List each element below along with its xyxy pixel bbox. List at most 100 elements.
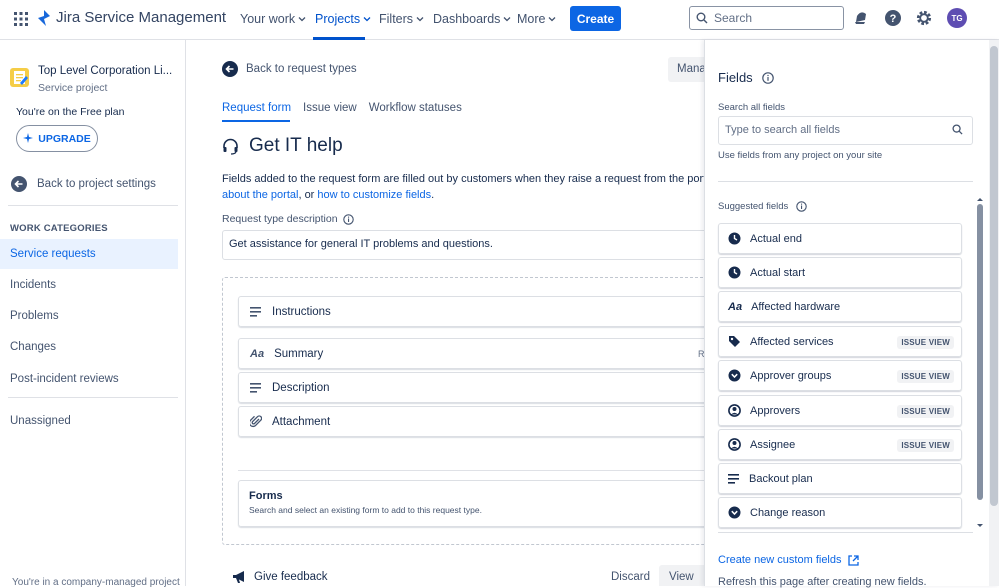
- suggested-field-approver-groups[interactable]: Approver groups ISSUE VIEW: [718, 360, 962, 391]
- create-button[interactable]: Create: [570, 6, 621, 31]
- chevron-down-icon: [298, 17, 306, 22]
- nav-more[interactable]: More: [517, 12, 556, 26]
- tab-issue-view[interactable]: Issue view: [303, 102, 357, 114]
- settings-gear-icon[interactable]: [915, 9, 933, 27]
- back-arrow-icon: [11, 176, 27, 192]
- section-heading: WORK CATEGORIES: [10, 223, 108, 234]
- clock-icon: [728, 232, 741, 245]
- nav-label: Projects: [315, 12, 361, 26]
- info-icon[interactable]: [342, 213, 354, 225]
- page-title-text: Get IT help: [249, 135, 343, 156]
- give-feedback-button[interactable]: Give feedback: [232, 570, 328, 584]
- nav-label: More: [517, 12, 546, 26]
- description-end: .: [431, 188, 435, 201]
- back-arrow-icon: [222, 61, 238, 77]
- use-fields-helper: Use fields from any project on your site: [718, 150, 883, 161]
- suggested-field-approvers[interactable]: Approvers ISSUE VIEW: [718, 395, 962, 426]
- request-type-description-input[interactable]: Get assistance for general IT problems a…: [222, 230, 704, 260]
- scrollbar-thumb[interactable]: [977, 204, 983, 500]
- description-line: Fields added to the request form are fil…: [222, 173, 704, 185]
- project-name[interactable]: Top Level Corporation Li...: [38, 65, 172, 77]
- nav-your-work[interactable]: Your work: [240, 12, 306, 26]
- sidebar-item-incidents[interactable]: Incidents: [0, 270, 178, 300]
- lines-icon: [728, 473, 739, 484]
- refresh-helper-text: Refresh this page after creating new fie…: [718, 576, 927, 588]
- user-avatar[interactable]: TG: [947, 8, 967, 28]
- search-icon: [952, 124, 963, 135]
- suggested-field-actual-start[interactable]: Actual start: [718, 257, 962, 288]
- megaphone-icon: [233, 571, 244, 583]
- nav-filters[interactable]: Filters: [379, 12, 424, 26]
- sidebar-item-post-incident-reviews[interactable]: Post-incident reviews: [0, 364, 178, 394]
- info-icon[interactable]: [761, 71, 774, 84]
- search-icon: [696, 12, 708, 24]
- suggested-field-assignee[interactable]: Assignee ISSUE VIEW: [718, 429, 962, 460]
- suggested-field-affected-services[interactable]: Affected services ISSUE VIEW: [718, 326, 962, 357]
- nav-label: Dashboards: [433, 12, 501, 26]
- sidebar-item-changes[interactable]: Changes: [0, 332, 178, 362]
- customize-fields-link[interactable]: how to customize fields: [317, 189, 431, 201]
- forms-section[interactable]: Forms Search and select an existing form…: [238, 480, 704, 527]
- sidebar-item-unassigned[interactable]: Unassigned: [0, 406, 178, 436]
- fields-divider: [238, 470, 704, 471]
- upgrade-button[interactable]: UPGRADE: [16, 125, 98, 152]
- tab-request-form[interactable]: Request form: [222, 102, 291, 114]
- back-label: Back to project settings: [37, 178, 156, 190]
- back-label: Back to request types: [246, 63, 357, 75]
- external-link-icon: [847, 554, 859, 566]
- chevron-circle-icon: [728, 506, 741, 519]
- form-field-attachment[interactable]: Attachment: [238, 406, 704, 437]
- help-icon[interactable]: ?: [884, 9, 902, 27]
- info-icon[interactable]: [796, 201, 807, 212]
- forms-title: Forms: [249, 490, 283, 502]
- suggested-field-change-reason[interactable]: Change reason: [718, 497, 962, 528]
- description-separator: , or: [298, 188, 318, 201]
- chevron-down-icon: [416, 17, 424, 22]
- back-to-project-settings[interactable]: Back to project settings: [11, 176, 156, 192]
- issue-view-badge: ISSUE VIEW: [897, 439, 954, 452]
- manage-button[interactable]: Mana: [668, 57, 704, 82]
- suggested-field-backout-plan[interactable]: Backout plan: [718, 463, 962, 494]
- global-search-input[interactable]: Search: [689, 6, 844, 30]
- field-label: Summary: [274, 347, 324, 360]
- view-button[interactable]: View: [659, 565, 704, 586]
- feedback-label: Give feedback: [254, 571, 328, 583]
- app-switcher-icon[interactable]: [13, 11, 29, 27]
- chevron-circle-icon: [728, 369, 741, 382]
- search-fields-input[interactable]: Type to search all fields: [718, 116, 973, 145]
- field-label: Actual end: [750, 232, 802, 245]
- back-to-request-types[interactable]: Back to request types: [222, 61, 357, 77]
- suggested-field-affected-hardware[interactable]: Aa Affected hardware: [718, 291, 962, 322]
- suggested-field-actual-end[interactable]: Actual end: [718, 223, 962, 254]
- main-content: Back to request types Mana Request form …: [186, 40, 704, 586]
- fields-panel: Fields Search all fields Type to search …: [704, 40, 999, 588]
- notifications-icon[interactable]: [852, 9, 870, 27]
- text-aa-icon: Aa: [250, 347, 265, 360]
- sidebar-item-problems[interactable]: Problems: [0, 301, 178, 331]
- tab-workflow-statuses[interactable]: Workflow statuses: [369, 102, 462, 114]
- issue-view-badge: ISSUE VIEW: [897, 370, 954, 383]
- create-custom-fields-link[interactable]: Create new custom fields: [718, 554, 859, 566]
- nav-projects[interactable]: Projects: [315, 12, 371, 26]
- sidebar-item-service-requests[interactable]: Service requests: [0, 239, 178, 269]
- field-label: Description: [272, 381, 330, 394]
- nav-label: Your work: [240, 12, 296, 26]
- tab-bar: Request form Issue view Workflow statuse…: [222, 102, 462, 114]
- top-navigation: Jira Service Management Your work Projec…: [0, 0, 999, 40]
- window-scrollbar-thumb[interactable]: [990, 46, 998, 506]
- form-field-summary[interactable]: Aa Summary R: [238, 338, 704, 369]
- nav-dashboards[interactable]: Dashboards: [433, 12, 511, 26]
- create-custom-label: Create new custom fields: [718, 554, 842, 566]
- project-sidebar: Top Level Corporation Li... Service proj…: [0, 40, 186, 588]
- chevron-down-icon: [503, 17, 511, 22]
- form-field-instructions[interactable]: Instructions: [238, 296, 704, 327]
- form-field-description[interactable]: Description: [238, 372, 704, 403]
- product-logo[interactable]: Jira Service Management: [37, 9, 226, 26]
- field-label: Affected services: [750, 335, 834, 348]
- project-avatar-icon: [10, 68, 29, 87]
- about-portal-link[interactable]: about the portal: [222, 189, 298, 201]
- paperclip-icon: [250, 415, 262, 428]
- discard-button[interactable]: Discard: [611, 571, 650, 583]
- tag-icon: [729, 336, 740, 347]
- field-label: Change reason: [750, 506, 826, 519]
